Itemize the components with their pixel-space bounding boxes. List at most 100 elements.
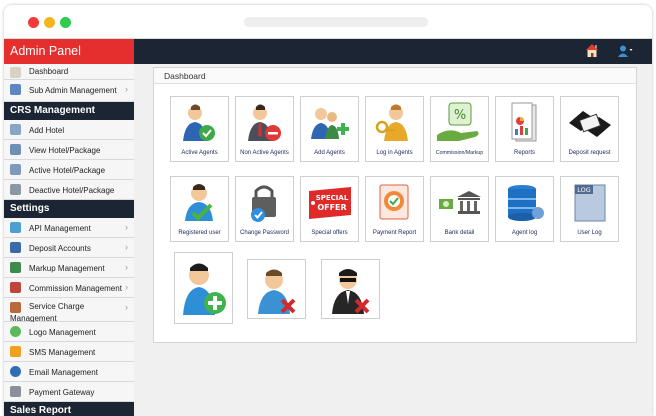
tile-commission-markup[interactable]: % Commission/Markup [430,96,489,162]
chevron-right-icon: › [125,222,128,232]
sidebar-item-label: Add Hotel [29,126,65,135]
remove-user-icon [258,269,296,314]
sidebar-item-label: Email Management [29,368,98,377]
sidebar-item-label: Sub Admin Management [29,86,117,95]
sms-icon [10,346,21,357]
user-icon[interactable] [617,44,633,59]
tile-caption: Log in Agents [376,150,413,156]
hotel-active-icon [10,164,21,175]
sidebar-item-markup[interactable]: Markup Management › [4,258,134,278]
close-window-button[interactable] [28,17,39,28]
hotel-deactive-icon [10,184,21,195]
sidebar-item-active-hotel[interactable]: Active Hotel/Package [4,160,134,180]
deposit-icon [10,242,21,253]
registered-user-icon [185,184,213,221]
sidebar-item-label: Dashboard [29,67,69,76]
bank-detail-icon [439,191,481,214]
sidebar-item-label: Commission Management [29,284,122,293]
chevron-right-icon: › [125,262,128,272]
payment-report-icon [379,184,409,220]
tile-caption: Deposit request [568,150,611,156]
sidebar-item-label: Payment Gateway [29,388,95,397]
tile-deposit-request[interactable]: Deposit request [560,96,619,162]
tile-reports[interactable]: Reports [495,96,554,162]
commission-markup-icon: % [437,102,479,141]
sidebar-item-add-hotel[interactable]: Add Hotel [4,120,134,140]
tile-change-password[interactable]: Change Password [235,176,294,242]
add-agents-icon [311,108,349,139]
tile-caption: Commission/Markup [435,150,484,156]
deposit-request-icon [569,111,611,137]
sidebar-item-dashboard[interactable]: Dashboard [4,64,134,80]
panel-title: Dashboard [154,68,636,84]
sidebar-item-api[interactable]: API Management › [4,218,134,238]
sidebar-item-deactive-hotel[interactable]: Deactive Hotel/Package [4,180,134,200]
tile-non-active-agents[interactable]: Non Active Agents [235,96,294,162]
sidebar-item-deposit[interactable]: Deposit Accounts › [4,238,134,258]
tile-bank-detail[interactable]: Bank detail [430,176,489,242]
sidebar-item-sms[interactable]: SMS Management [4,342,134,362]
chevron-right-icon: › [125,242,128,252]
hotel-view-icon [10,144,21,155]
sidebar-item-label: API Management [29,224,91,233]
login-agents-icon [375,104,408,141]
maximize-window-button[interactable] [60,17,71,28]
section-sales-report: Sales Report [4,402,134,416]
sidebar-item-service-charge[interactable]: Service Charge Management › [4,298,134,323]
tile-block-agent[interactable] [321,259,380,319]
sidebar-item-view-hotel[interactable]: View Hotel/Package [4,140,134,160]
section-crs-management: CRS Management [4,102,134,120]
sidebar-item-label: Deactive Hotel/Package [29,186,115,195]
tile-login-agents[interactable]: Log in Agents [365,96,424,162]
svg-text:SPECIAL: SPECIAL [316,194,349,202]
svg-text:LOG: LOG [577,186,591,194]
sidebar-item-sub-admin[interactable]: Sub Admin Management › [4,80,134,102]
sidebar-item-label: Active Hotel/Package [29,166,106,175]
tile-add-user[interactable] [174,252,233,324]
tile-caption: Payment Report [372,230,417,236]
section-settings: Settings [4,200,134,218]
sidebar-item-logo[interactable]: Logo Management [4,322,134,342]
svg-text:%: % [454,108,466,123]
sidebar-item-label: SMS Management [29,348,96,357]
tile-remove-user[interactable] [247,259,306,319]
chevron-right-icon: › [125,84,128,94]
home-icon[interactable] [585,43,599,59]
tile-caption: Special offers [311,230,348,236]
sidebar-item-label: Service Charge [29,302,85,311]
tile-special-offers[interactable]: SPECIAL OFFER Special offers [300,176,359,242]
sidebar-item-email[interactable]: Email Management [4,362,134,382]
tile-active-agents[interactable]: Active Agents [170,96,229,162]
brand-title[interactable]: Admin Panel [4,39,134,64]
email-icon [10,366,21,377]
sidebar-item-payment-gateway[interactable]: Payment Gateway [4,382,134,402]
tile-caption: Reports [513,150,535,156]
tile-user-log[interactable]: LOG User Log [560,176,619,242]
tile-caption: Active Agents [181,150,218,156]
tile-caption: Agent log [511,230,538,236]
commission-icon [10,282,21,293]
user-log-icon: LOG [574,184,606,222]
browser-chrome [4,5,652,39]
tile-caption: User Log [577,230,602,236]
non-active-agents-icon [248,104,281,141]
tile-agent-log[interactable]: Agent log [495,176,554,242]
service-icon [10,302,21,313]
chevron-right-icon: › [125,302,128,312]
dashboard-panel: Dashboard Active Agents Non Active Agent [153,67,637,343]
sidebar: Dashboard Sub Admin Management › CRS Man… [4,64,134,416]
minimize-window-button[interactable] [44,17,55,28]
address-bar[interactable] [244,17,428,27]
agent-log-icon [508,185,544,221]
tile-payment-report[interactable]: Payment Report [365,176,424,242]
sidebar-item-label: Logo Management [29,328,96,337]
tile-registered-user[interactable]: Registered user [170,176,229,242]
chevron-right-icon: › [125,282,128,292]
browser-window: Admin Panel Dashboard Sub Admin Manageme… [4,5,652,416]
tile-add-agents[interactable]: Add Agents [300,96,359,162]
sidebar-item-commission[interactable]: Commission Management › [4,278,134,298]
top-navbar: Admin Panel [4,39,652,64]
tile-caption: Non Active Agents [240,150,289,156]
change-password-icon [251,185,276,222]
tile-caption: Change Password [239,230,290,236]
